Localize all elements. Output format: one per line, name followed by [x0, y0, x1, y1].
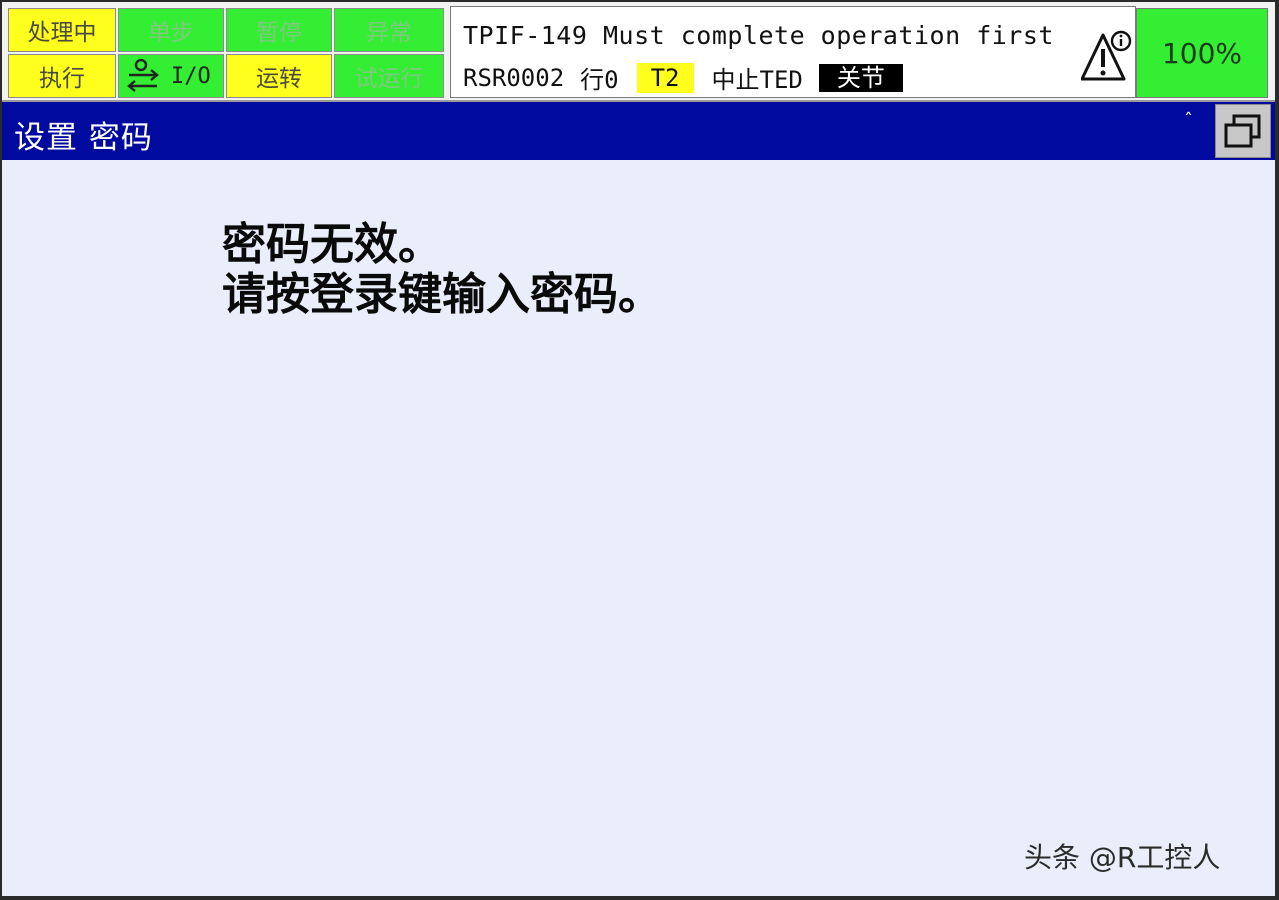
fault-indicator: 异常	[334, 8, 444, 52]
mode-badge: T2	[636, 62, 694, 93]
page-title: 设置 密码	[14, 120, 153, 156]
busy-indicator: 处理中	[8, 8, 116, 52]
io-indicator: I/O	[118, 54, 224, 98]
screen-title-bar: 设置 密码 ˆ	[2, 102, 1275, 160]
execution-state: 中止TED	[711, 66, 803, 94]
scroll-caret-icon: ˆ	[1184, 110, 1193, 131]
teach-pendant-screen: 处理中 单步 暂停 异常 执行 I/O 运转 试运行 TPIF-149 Must…	[2, 2, 1275, 896]
program-status-line: RSR0002 行0 T2 中止TED 关节	[463, 60, 903, 95]
tcyc-indicator: 试运行	[334, 54, 444, 98]
prod-indicator: 运转	[226, 54, 332, 98]
step-indicator: 单步	[118, 8, 224, 52]
alarm-message-box[interactable]: TPIF-149 Must complete operation first R…	[450, 6, 1136, 98]
watermark: 头条 @R工控人	[1024, 841, 1221, 874]
run-indicator: 执行	[8, 54, 116, 98]
speed-override[interactable]: 100%	[1136, 8, 1268, 98]
program-name: RSR0002	[463, 63, 565, 92]
content-area: 密码无效。 请按登录键输入密码。 头条 @R工控人	[2, 160, 1275, 896]
status-bar: 处理中 单步 暂停 异常 执行 I/O 运转 试运行 TPIF-149 Must…	[2, 2, 1275, 102]
warning-info-icon[interactable]	[1081, 29, 1133, 83]
coordinate-badge: 关节	[818, 63, 903, 92]
io-label: I/O	[171, 63, 211, 89]
hold-indicator: 暂停	[226, 8, 332, 52]
alarm-text: TPIF-149 Must complete operation first	[463, 21, 1054, 50]
login-instruction-message: 请按登录键输入密码。	[222, 269, 662, 320]
window-switch-icon	[1224, 114, 1261, 148]
io-transfer-icon	[127, 59, 159, 92]
window-switch-button[interactable]	[1215, 104, 1271, 158]
line-number: 行0	[580, 66, 619, 94]
